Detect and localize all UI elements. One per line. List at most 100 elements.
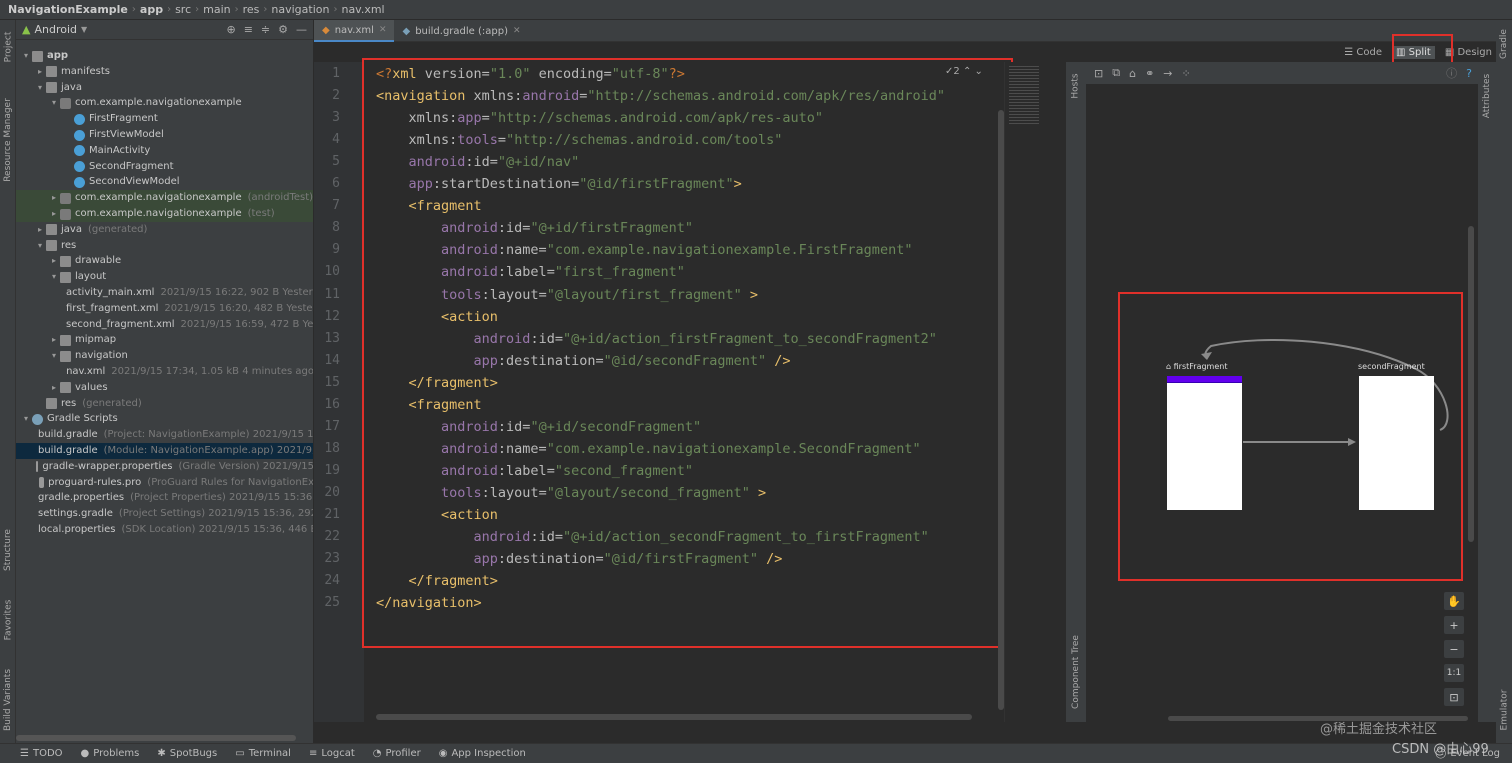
project-tree-item[interactable]: gradle-wrapper.properties (Gradle Version… bbox=[16, 459, 313, 475]
zoom-in-button[interactable]: + bbox=[1444, 616, 1464, 634]
project-tree-item[interactable]: ▸ values bbox=[16, 380, 313, 396]
project-tree-item[interactable]: settings.gradle (Project Settings) 2021/9… bbox=[16, 506, 313, 522]
project-tree-item[interactable]: FirstFragment bbox=[16, 111, 313, 127]
structure-tool-tab[interactable]: Structure bbox=[0, 520, 16, 580]
project-panel: ▲ Android ▼ ⊕ ≡ ≑ ⚙ — ▾ app ▸ manifests ▾ jav… bbox=[16, 20, 314, 743]
expand-arrow-icon[interactable]: ▾ bbox=[20, 411, 32, 427]
project-tree-item[interactable]: second_fragment.xml 2021/9/15 16:59, 472 … bbox=[16, 317, 313, 333]
breadcrumb-item[interactable]: navigation bbox=[271, 3, 329, 16]
expand-arrow-icon[interactable]: ▸ bbox=[48, 380, 60, 396]
component-tree-tab[interactable]: Component Tree bbox=[1068, 622, 1084, 722]
project-tree-item[interactable]: ▾ res bbox=[16, 238, 313, 254]
help-icon[interactable]: ? bbox=[1466, 67, 1472, 80]
breadcrumb-item[interactable]: main bbox=[203, 3, 230, 16]
breadcrumb-item[interactable]: res bbox=[243, 3, 260, 16]
tab-build-gradle[interactable]: ◆ build.gradle (:app) ✕ bbox=[394, 20, 528, 42]
auto-arrange-icon[interactable]: ⁘ bbox=[1182, 67, 1191, 80]
expand-arrow-icon[interactable]: ▾ bbox=[34, 238, 46, 254]
project-view-selector[interactable]: Android bbox=[34, 23, 77, 36]
hosts-panel-stripe: Hosts Component Tree bbox=[1066, 62, 1086, 722]
link-icon[interactable]: ⚭ bbox=[1145, 67, 1154, 80]
logcat-tool-button[interactable]: ≡ Logcat bbox=[309, 748, 355, 759]
problems-tool-button[interactable]: ● Problems bbox=[81, 748, 140, 759]
breadcrumb-item[interactable]: app bbox=[140, 3, 163, 16]
terminal-tool-button[interactable]: ▭ Terminal bbox=[235, 748, 291, 759]
project-tree-item[interactable]: ▸ com.example.navigationexample (androidTe… bbox=[16, 190, 313, 207]
expand-arrow-icon[interactable]: ▸ bbox=[48, 206, 60, 222]
pan-hand-icon[interactable]: ✋ bbox=[1444, 592, 1464, 610]
project-tree-item[interactable]: first_fragment.xml 2021/9/15 16:20, 482 B… bbox=[16, 301, 313, 317]
action-arrow-icon[interactable]: → bbox=[1163, 67, 1172, 80]
project-tree-item[interactable]: res (generated) bbox=[16, 396, 313, 412]
expand-arrow-icon[interactable]: ▸ bbox=[34, 222, 46, 238]
expand-arrow-icon[interactable]: ▸ bbox=[48, 332, 60, 348]
zoom-out-button[interactable]: − bbox=[1444, 640, 1464, 658]
expand-arrow-icon[interactable]: ▸ bbox=[48, 253, 60, 269]
design-vertical-scrollbar[interactable] bbox=[1468, 226, 1474, 542]
spotbugs-tool-button[interactable]: ✱ SpotBugs bbox=[157, 748, 217, 759]
build-variants-tool-tab[interactable]: Build Variants bbox=[0, 660, 16, 740]
project-tree-item[interactable]: nav.xml 2021/9/15 17:34, 1.05 kB 4 minute… bbox=[16, 364, 313, 380]
breadcrumb-item[interactable]: src bbox=[175, 3, 191, 16]
project-horizontal-scrollbar[interactable] bbox=[16, 735, 296, 741]
expand-arrow-icon[interactable]: ▾ bbox=[48, 348, 60, 364]
hosts-tab[interactable]: Hosts bbox=[1068, 66, 1084, 106]
tab-nav-xml[interactable]: ◆ nav.xml ✕ bbox=[314, 20, 395, 42]
project-tree-item[interactable]: ▸ java (generated) bbox=[16, 222, 313, 238]
project-tree-item[interactable]: gradle.properties (Project Properties) 20… bbox=[16, 490, 313, 506]
project-tree-item[interactable]: build.gradle (Module: NavigationExample.a… bbox=[16, 443, 313, 459]
minimize-icon[interactable]: — bbox=[296, 23, 307, 36]
editor-horizontal-scrollbar[interactable] bbox=[376, 714, 972, 720]
attributes-tab[interactable]: Attributes bbox=[1479, 66, 1495, 126]
new-destination-icon[interactable]: ⊡ bbox=[1094, 67, 1103, 80]
collapse-all-icon[interactable]: ≑ bbox=[261, 23, 270, 36]
app-inspection-tool-button[interactable]: ◉ App Inspection bbox=[439, 748, 526, 759]
target-icon[interactable]: ⊕ bbox=[226, 23, 235, 36]
project-tree-item[interactable]: ▾ java bbox=[16, 80, 313, 96]
project-tree-item[interactable]: local.properties (SDK Location) 2021/9/15… bbox=[16, 522, 313, 538]
project-tool-tab[interactable]: Project bbox=[0, 22, 16, 72]
breadcrumb-item[interactable]: NavigationExample bbox=[8, 3, 128, 16]
expand-arrow-icon[interactable]: ▾ bbox=[34, 80, 46, 96]
project-tree-item[interactable]: ▾ app bbox=[16, 48, 313, 64]
project-tree-item[interactable]: MainActivity bbox=[16, 143, 313, 159]
expand-arrow-icon[interactable]: ▾ bbox=[48, 95, 60, 111]
home-icon[interactable]: ⌂ bbox=[1129, 67, 1136, 80]
project-tree-item[interactable]: activity_main.xml 2021/9/15 16:22, 902 B … bbox=[16, 285, 313, 301]
expand-arrow-icon[interactable]: ▾ bbox=[48, 269, 60, 285]
project-tree-item[interactable]: ▸ com.example.navigationexample (test) bbox=[16, 206, 313, 222]
code-mode-button[interactable]: ☰ Code bbox=[1344, 47, 1382, 58]
project-tree-item[interactable]: ▾ layout bbox=[16, 269, 313, 285]
project-tree-item[interactable]: FirstViewModel bbox=[16, 127, 313, 143]
project-tree-item[interactable]: SecondViewModel bbox=[16, 174, 313, 190]
close-icon[interactable]: ✕ bbox=[379, 25, 387, 35]
nested-graph-icon[interactable]: ⧉ bbox=[1112, 66, 1120, 80]
profiler-tool-button[interactable]: ◔ Profiler bbox=[373, 748, 421, 759]
chevron-down-icon[interactable]: ▼ bbox=[81, 25, 87, 34]
project-tree-item[interactable]: proguard-rules.pro (ProGuard Rules for Na… bbox=[16, 475, 313, 491]
project-tree-item[interactable]: ▸ mipmap bbox=[16, 332, 313, 348]
gradle-tool-tab[interactable]: Gradle bbox=[1496, 24, 1512, 64]
editor-vertical-scrollbar[interactable] bbox=[998, 110, 1004, 710]
info-icon[interactable]: ⓘ bbox=[1446, 65, 1457, 81]
todo-tool-button[interactable]: ☰ TODO bbox=[20, 748, 63, 759]
expand-all-icon[interactable]: ≡ bbox=[244, 23, 253, 36]
gear-icon[interactable]: ⚙ bbox=[278, 23, 288, 36]
emulator-tool-tab[interactable]: Emulator bbox=[1496, 680, 1512, 740]
project-tree-item[interactable]: build.gradle (Project: NavigationExample)… bbox=[16, 427, 313, 443]
zoom-to-actual-button[interactable]: 1:1 bbox=[1444, 664, 1464, 682]
favorites-tool-tab[interactable]: Favorites bbox=[0, 590, 16, 650]
expand-arrow-icon[interactable]: ▸ bbox=[34, 64, 46, 80]
expand-arrow-icon[interactable]: ▾ bbox=[20, 48, 32, 64]
project-tree-item[interactable]: ▾ Gradle Scripts bbox=[16, 411, 313, 427]
expand-arrow-icon[interactable]: ▸ bbox=[48, 190, 60, 206]
project-tree-item[interactable]: ▸ manifests bbox=[16, 64, 313, 80]
zoom-to-fit-icon[interactable]: ⊡ bbox=[1444, 688, 1464, 706]
close-icon[interactable]: ✕ bbox=[513, 26, 521, 36]
breadcrumb-item[interactable]: nav.xml bbox=[341, 3, 384, 16]
project-tree-item[interactable]: SecondFragment bbox=[16, 159, 313, 175]
project-tree-item[interactable]: ▸ drawable bbox=[16, 253, 313, 269]
project-tree-item[interactable]: ▾ com.example.navigationexample bbox=[16, 95, 313, 111]
project-tree-item[interactable]: ▾ navigation bbox=[16, 348, 313, 364]
resource-manager-tool-tab[interactable]: Resource Manager bbox=[0, 90, 16, 190]
